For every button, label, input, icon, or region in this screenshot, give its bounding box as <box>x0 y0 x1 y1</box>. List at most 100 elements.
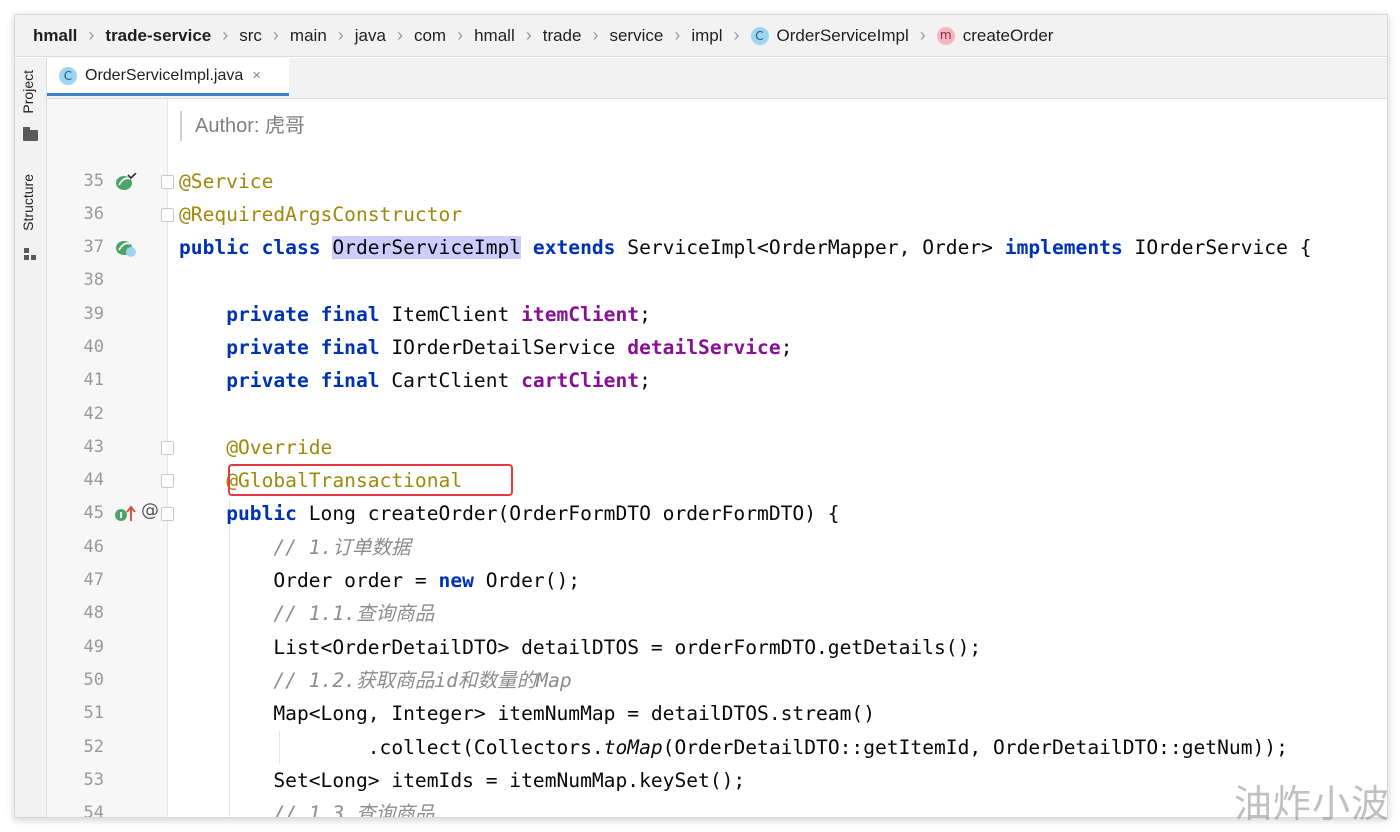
method-icon: m <box>936 26 955 45</box>
breadcrumb-item-hmall[interactable]: hmall <box>33 26 77 46</box>
fold-marker[interactable] <box>161 175 174 189</box>
breadcrumb-item-trade-service[interactable]: trade-service <box>105 26 211 46</box>
breadcrumb-item-trade[interactable]: trade <box>543 26 582 46</box>
code-line-48: 48 // 1.1.查询商品 <box>47 597 1387 630</box>
breadcrumb-method-label: createOrder <box>962 25 1054 45</box>
line-number: 48 <box>83 603 104 623</box>
code-text: List<OrderDetailDTO> detailDTOS = orderF… <box>273 636 982 659</box>
line-number: 36 <box>83 204 104 224</box>
chevron-right-icon: › <box>222 25 229 45</box>
code-text: private final IOrderDetailService detail… <box>226 336 793 359</box>
tool-window-stripe: Project Structure <box>15 58 47 817</box>
code-text: private final ItemClient itemClient; <box>226 303 651 326</box>
code-text: // 1.2.获取商品id和数量的Map <box>273 669 572 692</box>
chevron-right-icon: › <box>88 25 95 45</box>
code-line-37: 37 public class OrderServiceImpl extends… <box>47 231 1387 264</box>
chevron-right-icon: › <box>674 25 681 45</box>
chevron-right-icon: › <box>592 25 599 45</box>
code-line-35: 35 @Service <box>47 165 1387 198</box>
fold-marker[interactable] <box>161 441 174 455</box>
code-line-38: 38 <box>47 264 1387 297</box>
code-line-50: 50 // 1.2.获取商品id和数量的Map <box>47 664 1387 697</box>
code-text: @Service <box>179 170 274 193</box>
breadcrumb-class-label: OrderServiceImpl <box>776 25 909 45</box>
code-line-45: 45 @ public Long createOrder(OrderFormDT… <box>47 497 1387 530</box>
code-text: @Override <box>226 436 333 459</box>
ide-window: hmall › trade-service › src › main › jav… <box>14 14 1388 818</box>
fold-marker[interactable] <box>161 507 174 521</box>
code-line-42: 42 <box>47 398 1387 431</box>
structure-icon <box>24 248 38 260</box>
code-line-54: 54 // 1.3.查询商品 <box>47 797 1387 818</box>
code-text: // 1.3.查询商品 <box>273 802 435 818</box>
breadcrumb-item-main[interactable]: main <box>290 26 327 46</box>
breadcrumb-item-src[interactable]: src <box>239 26 262 46</box>
breadcrumb-item-com[interactable]: com <box>414 26 446 46</box>
line-number: 38 <box>83 270 104 290</box>
breadcrumb-item-method[interactable]: m createOrder <box>936 25 1054 46</box>
code-line-41: 41 private final CartClient cartClient; <box>47 364 1387 397</box>
line-number: 37 <box>83 237 104 257</box>
code-text: public class OrderServiceImpl extends Se… <box>179 236 1312 259</box>
author-inlay-hint: Author: 虎哥 <box>180 111 305 141</box>
code-text: Order order = new Order(); <box>273 569 581 592</box>
breadcrumb: hmall › trade-service › src › main › jav… <box>15 15 1387 57</box>
code-line-43: 43 @Override <box>47 431 1387 464</box>
code-text: // 1.1.查询商品 <box>273 602 435 625</box>
code-text: .collect(Collectors.toMap(OrderDetailDTO… <box>367 736 1288 759</box>
line-number: 53 <box>83 770 104 790</box>
bean-gutter-icon[interactable] <box>115 173 137 191</box>
structure-label: Structure <box>20 174 36 231</box>
line-number: 49 <box>83 637 104 657</box>
chevron-right-icon: › <box>733 25 740 45</box>
line-number: 50 <box>83 670 104 690</box>
chevron-right-icon: › <box>272 25 279 45</box>
line-number: 52 <box>83 737 104 757</box>
chevron-right-icon: › <box>919 25 926 45</box>
class-icon: C <box>750 26 769 45</box>
line-number: 35 <box>83 171 104 191</box>
line-number: 44 <box>83 470 104 490</box>
code-line-51: 51 Map<Long, Integer> itemNumMap = detai… <box>47 697 1387 730</box>
line-number: 46 <box>83 537 104 557</box>
project-label: Project <box>20 70 36 114</box>
code-line-36: 36 @RequiredArgsConstructor <box>47 198 1387 231</box>
at-sign-icon[interactable]: @ <box>141 500 159 521</box>
line-number: 43 <box>83 437 104 457</box>
chevron-right-icon: › <box>525 25 532 45</box>
line-number: 41 <box>83 370 104 390</box>
class-icon: C <box>59 66 77 85</box>
annotation-callout-box <box>228 464 513 496</box>
fold-marker[interactable] <box>161 474 174 488</box>
code-line-47: 47 Order order = new Order(); <box>47 564 1387 597</box>
line-number: 42 <box>83 404 104 424</box>
line-number: 54 <box>83 803 104 818</box>
code-line-39: 39 private final ItemClient itemClient; <box>47 298 1387 331</box>
breadcrumb-item-java[interactable]: java <box>355 26 386 46</box>
breadcrumb-item-service[interactable]: service <box>609 26 663 46</box>
line-number: 45 <box>83 503 104 523</box>
tab-label: OrderServiceImpl.java <box>85 66 244 84</box>
tab-orderserviceimpl[interactable]: C OrderServiceImpl.java × <box>47 58 289 96</box>
editor-tab-bar: C OrderServiceImpl.java × <box>47 58 1387 99</box>
folder-icon <box>23 127 38 141</box>
code-text: public Long createOrder(OrderFormDTO ord… <box>226 502 840 525</box>
fold-marker[interactable] <box>161 208 174 222</box>
chevron-right-icon: › <box>337 25 344 45</box>
close-icon[interactable]: × <box>252 67 261 84</box>
implements-method-icon[interactable] <box>114 505 138 523</box>
breadcrumb-item-impl[interactable]: impl <box>691 26 722 46</box>
code-editor[interactable]: Author: 虎哥 35 @Service 36 @RequiredArgsC… <box>47 99 1387 817</box>
breadcrumb-item-class[interactable]: C OrderServiceImpl <box>750 25 909 46</box>
line-number: 40 <box>83 337 104 357</box>
breadcrumb-item-hmall-package[interactable]: hmall <box>474 26 515 46</box>
code-line-53: 53 Set<Long> itemIds = itemNumMap.keySet… <box>47 764 1387 797</box>
code-text: @RequiredArgsConstructor <box>179 203 463 226</box>
line-number: 47 <box>83 570 104 590</box>
class-name-highlight: OrderServiceImpl <box>332 236 522 259</box>
code-text: private final CartClient cartClient; <box>226 369 651 392</box>
code-line-46: 46 // 1.订单数据 <box>47 531 1387 564</box>
watermark: 油炸小波 <box>1233 782 1390 826</box>
code-text: Map<Long, Integer> itemNumMap = detailDT… <box>273 702 875 725</box>
bean-class-gutter-icon[interactable] <box>115 239 137 257</box>
